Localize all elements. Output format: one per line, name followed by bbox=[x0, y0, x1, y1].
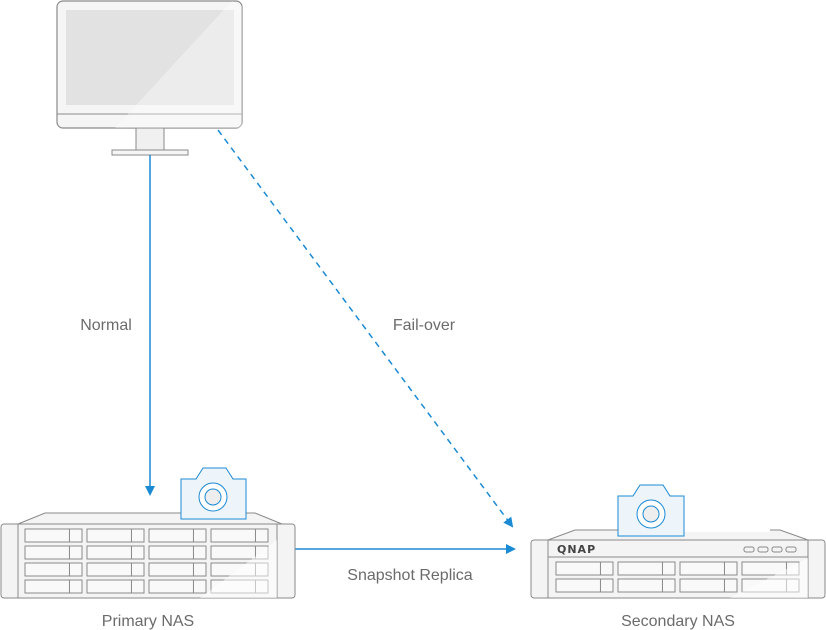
edge-label-normal: Normal bbox=[80, 317, 132, 334]
edge-label-fail-over: Fail-over bbox=[393, 317, 456, 334]
secondary-drive-bay bbox=[617, 561, 676, 576]
primary-drive-bay bbox=[86, 562, 145, 577]
primary-drive-bay bbox=[24, 528, 83, 543]
primary-drive-bay bbox=[210, 528, 269, 543]
secondary-drive-bay bbox=[679, 578, 738, 593]
primary-drive-bay bbox=[24, 579, 83, 594]
primary-drive-bay bbox=[148, 579, 207, 594]
secondary-drive-bay bbox=[679, 561, 738, 576]
primary-drive-bay bbox=[148, 562, 207, 577]
edge-label-snapshot-replica: Snapshot Replica bbox=[347, 567, 473, 584]
primary-drive-bay bbox=[86, 528, 145, 543]
qnap-brand-logo: QNAP bbox=[557, 543, 596, 556]
primary-drive-bay bbox=[86, 579, 145, 594]
replication-diagram: Normal Fail-over Snapshot Replica Primar… bbox=[0, 0, 826, 630]
edge-fail-over bbox=[217, 129, 514, 528]
secondary-camera-snapshot-icon bbox=[617, 484, 770, 537]
primary-nas-icon bbox=[0, 512, 296, 599]
primary-drive-bay bbox=[24, 545, 83, 560]
primary-drive-bay bbox=[24, 562, 83, 577]
primary-drive-bay bbox=[148, 545, 207, 560]
primary-camera-snapshot-icon bbox=[180, 467, 247, 520]
secondary-drive-bay bbox=[617, 578, 676, 593]
secondary-drive-bay bbox=[555, 578, 614, 593]
client-monitor-icon bbox=[56, 0, 243, 156]
primary-drive-bay bbox=[148, 528, 207, 543]
secondary-nas-label: Secondary NAS bbox=[621, 613, 735, 630]
secondary-nas-icon: QNAP bbox=[530, 529, 826, 599]
primary-nas-label: Primary NAS bbox=[102, 613, 194, 630]
secondary-drive-bay bbox=[555, 561, 614, 576]
primary-drive-bay bbox=[86, 545, 145, 560]
